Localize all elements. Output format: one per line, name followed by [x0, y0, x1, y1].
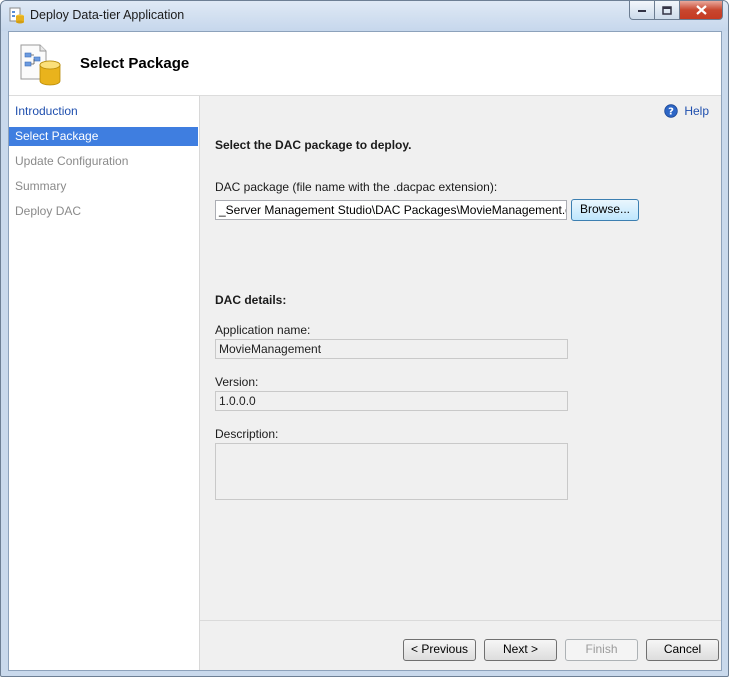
maximize-icon: [662, 5, 672, 15]
version-label: Version:: [215, 375, 259, 389]
instruction-text: Select the DAC package to deploy.: [215, 138, 412, 152]
package-database-icon: [20, 44, 61, 86]
wizard-steps-sidebar: Introduction Select Package Update Confi…: [9, 96, 200, 670]
description-label: Description:: [215, 427, 279, 441]
window-controls: [629, 1, 723, 21]
package-label: DAC package (file name with the .dacpac …: [215, 180, 498, 194]
browse-button[interactable]: Browse...: [571, 199, 639, 221]
next-button[interactable]: Next >: [484, 639, 557, 661]
sidebar-item-introduction[interactable]: Introduction: [9, 102, 198, 121]
app-icon: [9, 7, 24, 24]
sidebar-item-deploy-dac: Deploy DAC: [15, 204, 82, 218]
application-name-field[interactable]: MovieManagement: [215, 339, 568, 359]
description-field[interactable]: [215, 443, 568, 500]
page-title: Select Package: [80, 55, 190, 72]
dialog-window: Deploy Data-tier Application Select Pack…: [0, 0, 729, 677]
help-icon: ?: [664, 104, 679, 118]
footer-divider: [200, 620, 721, 621]
finish-button: Finish: [565, 639, 638, 661]
main-content: ? Help Select the DAC package to deploy.…: [200, 96, 721, 670]
help-link[interactable]: ? Help: [664, 104, 709, 118]
close-button[interactable]: [680, 1, 723, 20]
maximize-button[interactable]: [655, 1, 680, 20]
help-label: Help: [684, 104, 709, 118]
svg-text:?: ?: [668, 107, 674, 118]
close-icon: [695, 5, 707, 15]
application-name-label: Application name:: [215, 323, 311, 337]
minimize-icon: [638, 10, 646, 12]
sidebar-item-summary: Summary: [15, 179, 67, 193]
dac-details-heading: DAC details:: [215, 293, 287, 307]
page-header: Select Package: [9, 32, 721, 96]
dialog-client: Select Package Introduction Select Packa…: [8, 31, 722, 671]
sidebar-item-select-package[interactable]: Select Package: [9, 127, 198, 146]
minimize-button[interactable]: [629, 1, 655, 20]
title-bar[interactable]: Deploy Data-tier Application: [1, 1, 728, 31]
version-field[interactable]: 1.0.0.0: [215, 391, 568, 411]
package-path-input[interactable]: _Server Management Studio\DAC Packages\M…: [215, 200, 567, 220]
previous-button[interactable]: < Previous: [403, 639, 476, 661]
window-title: Deploy Data-tier Application: [30, 8, 185, 22]
cancel-button[interactable]: Cancel: [646, 639, 719, 661]
sidebar-item-update-configuration: Update Configuration: [15, 154, 129, 168]
